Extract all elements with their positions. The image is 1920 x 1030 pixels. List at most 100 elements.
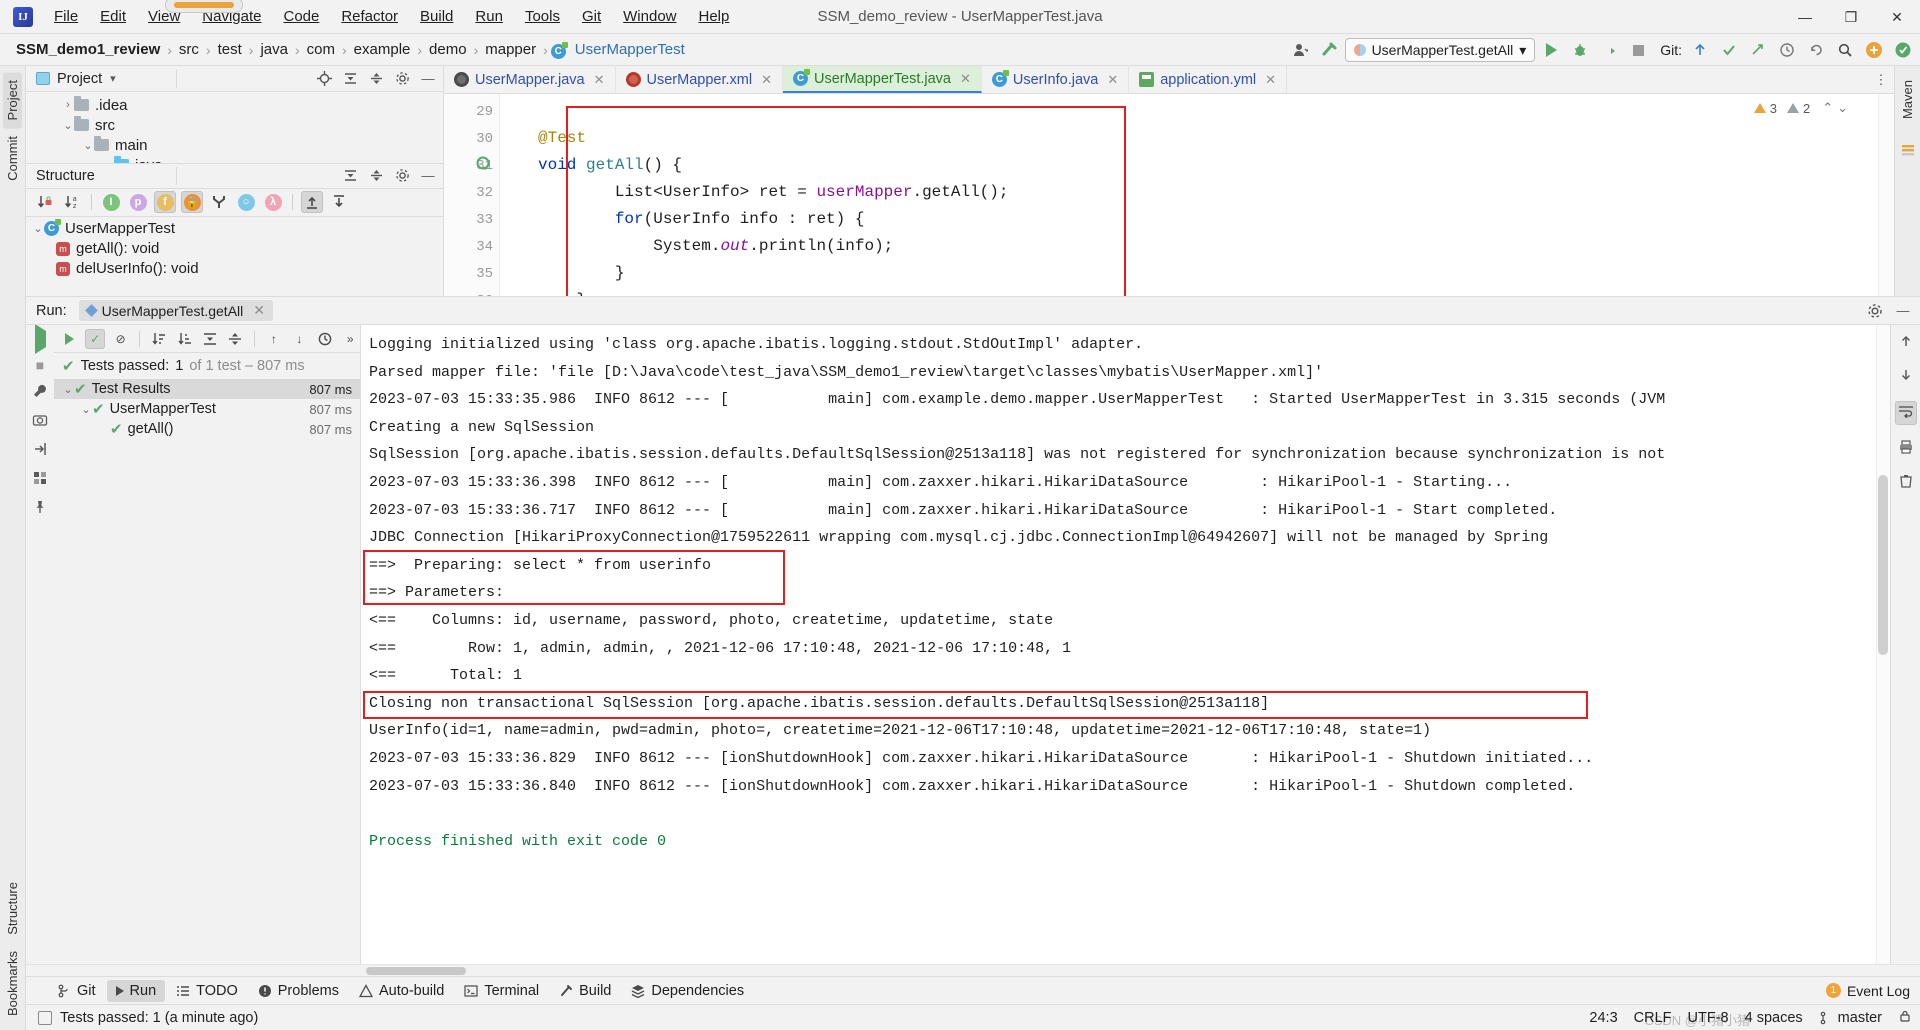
plus-icon[interactable] [1861,38,1887,62]
test-history-icon[interactable] [315,329,334,349]
bottom-tab-dependencies[interactable]: Dependencies [622,980,753,1002]
maximize-button[interactable]: ❐ [1828,0,1874,34]
breadcrumb-test[interactable]: test [214,40,246,59]
notifications-icon[interactable] [1901,143,1915,173]
expand-all-icon[interactable] [341,70,359,88]
pin-icon[interactable] [32,499,48,518]
collapse-all-icon[interactable] [226,329,245,349]
bottom-tab-build[interactable]: Build [550,980,620,1002]
show-inherited-icon[interactable]: I [100,191,122,213]
run-test-gutter-icon[interactable] [476,156,492,176]
console-scroll-thumb[interactable] [1878,475,1888,655]
chevron-down-icon[interactable]: ⌄ [1837,100,1848,116]
settings-icon[interactable] [1866,302,1884,320]
structure-tree[interactable]: ⌄ C UserMapperTest m getAll(): void m de… [26,216,443,286]
show-non-public-icon[interactable]: 🔒 [181,191,203,213]
editor-scrollbar[interactable] [1878,94,1894,296]
more-tabs-icon[interactable]: ⋮ [1872,71,1890,89]
caret-position[interactable]: 24:3 [1589,1010,1617,1026]
bottom-tab-run[interactable]: Run [106,979,166,1002]
breadcrumb-java[interactable]: java [256,40,292,59]
test-tree-row-results[interactable]: ⌄ ✔ Test Results 807 ms [54,379,360,399]
stop-icon[interactable]: ■ [36,357,44,373]
close-icon[interactable]: ✕ [1265,72,1276,88]
rollback-icon[interactable] [1803,38,1829,62]
window-drag-handle[interactable] [165,0,243,13]
sort-by-duration-icon[interactable] [149,329,168,349]
stop-icon[interactable] [1625,38,1651,62]
wrench-icon[interactable] [32,383,48,402]
prev-test-icon[interactable]: ↑ [264,329,283,349]
test-tree[interactable]: ⌄ ✔ Test Results 807 ms ⌄ ✔ UserMapperTe… [54,379,360,964]
close-button[interactable]: ✕ [1874,0,1920,34]
print-icon[interactable] [1898,439,1914,459]
event-log-area[interactable]: 1 Event Log [1825,983,1910,999]
menu-tools[interactable]: Tools [514,5,571,28]
close-icon[interactable]: ✕ [594,72,605,88]
clear-all-icon[interactable] [1898,473,1914,493]
show-anonymous-icon[interactable]: ○ [235,191,257,213]
expand-all-icon[interactable] [341,167,359,185]
structure-node-class[interactable]: ⌄ C UserMapperTest [26,219,443,239]
breadcrumb-demo[interactable]: demo [425,40,471,59]
file-encoding[interactable]: UTF-8 [1688,1010,1729,1026]
tree-node-idea[interactable]: › .idea [26,95,443,115]
menu-refactor[interactable]: Refactor [330,5,409,28]
update-project-icon[interactable] [1687,38,1713,62]
code-editor[interactable]: 29 30 31 32 33 34 35 36 37 [444,94,1894,296]
push-icon[interactable] [1745,38,1771,62]
collapse-all-icon[interactable] [367,70,385,88]
menu-code[interactable]: Code [272,5,330,28]
close-icon[interactable]: ✕ [253,302,265,319]
test-tree-row-method[interactable]: ✔ getAll() 807 ms [54,419,360,439]
soft-wrap-icon[interactable] [1894,401,1917,425]
console-output[interactable]: Logging initialized using 'class org.apa… [360,325,1890,964]
breadcrumb-com[interactable]: com [303,40,339,59]
menu-edit[interactable]: Edit [89,5,137,28]
tool-window-tab-project[interactable]: Project [3,72,22,129]
chevron-down-icon[interactable]: ⌄ [80,403,92,416]
editor-tab-overflow[interactable]: ⋮ [1872,66,1890,94]
breadcrumb-example[interactable]: example [350,40,415,59]
locate-file-icon[interactable] [315,70,333,88]
bottom-tab-git[interactable]: Git [48,980,105,1002]
run-icon[interactable] [1538,38,1564,62]
line-separator[interactable]: CRLF [1634,1010,1672,1026]
chevron-up-icon[interactable]: ⌃ [1822,100,1833,116]
tool-window-tab-maven[interactable]: Maven [1898,72,1917,127]
breadcrumb-project[interactable]: SSM_demo1_review [12,40,164,59]
menu-window[interactable]: Window [612,5,687,28]
tool-window-tab-structure[interactable]: Structure [3,874,22,943]
tree-node-main[interactable]: ⌄ main [26,135,443,155]
rerun-icon[interactable] [34,324,46,354]
show-fields-icon[interactable]: f [154,191,176,213]
sort-by-visibility-icon[interactable] [34,191,56,213]
console-horizontal-scrollbar[interactable] [26,964,1920,976]
next-test-icon[interactable]: ↓ [290,329,309,349]
console-scrollbar[interactable] [1876,325,1890,964]
event-log-label[interactable]: Event Log [1847,983,1910,999]
editor-tab-usermappertest-java[interactable]: C UserMapperTest.java ✕ [782,66,982,93]
menu-build[interactable]: Build [409,5,464,28]
hide-panel-icon[interactable]: — [419,167,437,185]
menu-help[interactable]: Help [688,5,741,28]
user-icon[interactable] [1287,38,1313,62]
collapse-all-icon[interactable] [328,191,350,213]
settings-icon[interactable] [393,167,411,185]
show-lambdas-icon[interactable]: λ [262,191,284,213]
horizontal-scroll-thumb[interactable] [366,967,466,975]
chevron-right-icon[interactable]: › [62,99,74,111]
breadcrumb-class[interactable]: UserMapperTest [571,40,689,59]
bottom-tab-auto-build[interactable]: Auto-build [350,980,453,1002]
project-tree[interactable]: › .idea ⌄ src ⌄ main [26,92,443,163]
menu-git[interactable]: Git [571,5,612,28]
minimize-button[interactable]: — [1782,0,1828,34]
tree-node-java[interactable]: ⌄ java [26,155,443,163]
structure-node-deluserinfo[interactable]: m delUserInfo(): void [26,259,443,279]
close-icon[interactable]: ✕ [960,71,971,87]
scroll-down-icon[interactable] [1898,367,1914,387]
tool-window-tab-bookmarks[interactable]: Bookmarks [3,943,22,1024]
inspection-summary[interactable]: 3 2 ⌃ ⌄ [1753,100,1848,116]
test-tree-row-class[interactable]: ⌄ ✔ UserMapperTest 807 ms [54,399,360,419]
editor-tab-userinfo-java[interactable]: C UserInfo.java ✕ [982,66,1130,93]
